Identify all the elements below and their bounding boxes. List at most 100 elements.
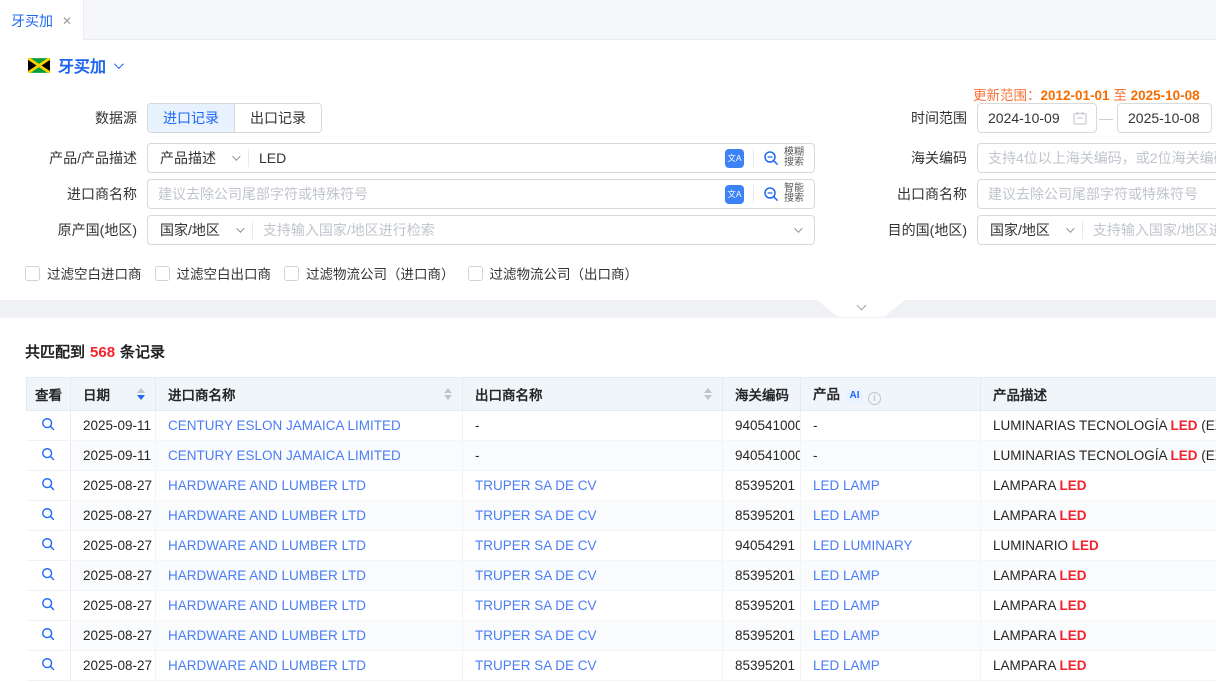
close-icon[interactable]: ✕ xyxy=(62,15,72,27)
hs-code-cell: 9405410000 xyxy=(723,411,801,441)
info-icon[interactable]: i xyxy=(868,392,881,405)
importer-cell: HARDWARE AND LUMBER LTD xyxy=(156,591,463,621)
importer-link[interactable]: HARDWARE AND LUMBER LTD xyxy=(168,658,366,673)
hs-code-cell: 9405410000 xyxy=(723,441,801,471)
checkbox[interactable] xyxy=(155,266,170,281)
filter-checkbox[interactable]: 过滤物流公司（出口商） xyxy=(468,263,639,283)
view-cell[interactable] xyxy=(27,471,71,501)
date-from-input[interactable] xyxy=(978,104,1073,132)
importer-link[interactable]: HARDWARE AND LUMBER LTD xyxy=(168,478,366,493)
importer-link[interactable]: HARDWARE AND LUMBER LTD xyxy=(168,628,366,643)
destination-country-input[interactable] xyxy=(1083,216,1216,244)
importer-cell: HARDWARE AND LUMBER LTD xyxy=(156,621,463,651)
sort-control-date[interactable] xyxy=(137,388,145,400)
exporter-cell: TRUPER SA DE CV xyxy=(463,531,723,561)
view-record-icon[interactable] xyxy=(41,657,56,672)
col-header-importer[interactable]: 进口商名称 xyxy=(156,378,463,411)
exporter-cell: - xyxy=(463,441,723,471)
importer-link[interactable]: HARDWARE AND LUMBER LTD xyxy=(168,538,366,553)
product-link[interactable]: LED LAMP xyxy=(813,568,880,583)
col-header-date[interactable]: 日期 xyxy=(71,378,156,411)
product-link[interactable]: LED LAMP xyxy=(813,478,880,493)
checkbox[interactable] xyxy=(468,266,483,281)
view-record-icon[interactable] xyxy=(41,507,56,522)
importer-cell: HARDWARE AND LUMBER LTD xyxy=(156,651,463,681)
view-record-icon[interactable] xyxy=(41,627,56,642)
date-cell: 2025-08-27 xyxy=(71,501,156,531)
exporter-link[interactable]: TRUPER SA DE CV xyxy=(475,508,597,523)
exporter-link[interactable]: TRUPER SA DE CV xyxy=(475,628,597,643)
exporter-link[interactable]: TRUPER SA DE CV xyxy=(475,568,597,583)
calendar-icon[interactable] xyxy=(1073,111,1087,125)
hs-code-input[interactable] xyxy=(978,144,1216,172)
filter-checkbox[interactable]: 过滤空白出口商 xyxy=(155,263,272,283)
view-record-icon[interactable] xyxy=(41,537,56,552)
product-input[interactable] xyxy=(249,144,721,172)
collapse-panel-button[interactable] xyxy=(817,300,905,317)
sort-control-importer[interactable] xyxy=(444,388,452,400)
exporter-link[interactable]: TRUPER SA DE CV xyxy=(475,478,597,493)
view-record-icon[interactable] xyxy=(41,447,56,462)
checkbox[interactable] xyxy=(25,266,40,281)
product-cell: LED LAMP xyxy=(801,591,981,621)
translate-icon[interactable]: 文A xyxy=(725,149,744,168)
product-link[interactable]: LED LAMP xyxy=(813,508,880,523)
exporter-cell: TRUPER SA DE CV xyxy=(463,501,723,531)
view-record-icon[interactable] xyxy=(41,567,56,582)
view-cell[interactable] xyxy=(27,531,71,561)
product-link[interactable]: LED LAMP xyxy=(813,658,880,673)
date-to-input[interactable] xyxy=(1118,104,1211,132)
sort-control-exporter[interactable] xyxy=(704,388,712,400)
exporter-link[interactable]: TRUPER SA DE CV xyxy=(475,598,597,613)
translate-icon[interactable]: 文A xyxy=(725,185,744,204)
hs-code-cell: 85395201 xyxy=(723,591,801,621)
importer-link[interactable]: HARDWARE AND LUMBER LTD xyxy=(168,508,366,523)
country-selector[interactable]: 牙买加 xyxy=(28,53,121,77)
view-cell[interactable] xyxy=(27,621,71,651)
import-records-toggle[interactable]: 进口记录 xyxy=(148,104,234,132)
importer-link[interactable]: CENTURY ESLON JAMAICA LIMITED xyxy=(168,448,401,463)
filter-checkbox[interactable]: 过滤物流公司（进口商） xyxy=(284,263,455,283)
exporter-link[interactable]: TRUPER SA DE CV xyxy=(475,658,597,673)
exporter-cell: TRUPER SA DE CV xyxy=(463,621,723,651)
product-field-select[interactable]: 产品描述 xyxy=(148,148,248,168)
checkbox[interactable] xyxy=(284,266,299,281)
product-link[interactable]: LED LAMP xyxy=(813,598,880,613)
jamaica-flag-icon xyxy=(28,58,50,73)
view-cell[interactable] xyxy=(27,651,71,681)
view-record-icon[interactable] xyxy=(41,477,56,492)
view-cell[interactable] xyxy=(27,501,71,531)
importer-link[interactable]: CENTURY ESLON JAMAICA LIMITED xyxy=(168,418,401,433)
importer-search-box: 文A 智能搜索 xyxy=(147,179,815,209)
col-header-exporter[interactable]: 出口商名称 xyxy=(463,378,723,411)
fuzzy-search-button[interactable]: 模糊搜索 xyxy=(754,148,814,169)
exporter-input[interactable] xyxy=(978,180,1216,208)
view-cell[interactable] xyxy=(27,441,71,471)
view-cell[interactable] xyxy=(27,561,71,591)
view-record-icon[interactable] xyxy=(41,417,56,432)
destination-country-select[interactable]: 国家/地区 xyxy=(978,220,1082,240)
table-row: 2025-08-27 HARDWARE AND LUMBER LTD TRUPER … xyxy=(27,501,1216,531)
filter-checkbox[interactable]: 过滤空白进口商 xyxy=(25,263,142,283)
view-cell[interactable] xyxy=(27,411,71,441)
filter-panel-bottom-strip xyxy=(0,300,1216,318)
col-header-description: 产品描述 xyxy=(981,378,1216,411)
view-cell[interactable] xyxy=(27,591,71,621)
importer-link[interactable]: HARDWARE AND LUMBER LTD xyxy=(168,568,366,583)
origin-country-input[interactable] xyxy=(253,216,794,244)
export-records-toggle[interactable]: 出口记录 xyxy=(235,104,321,132)
exporter-link[interactable]: TRUPER SA DE CV xyxy=(475,538,597,553)
product-link[interactable]: LED LAMP xyxy=(813,628,880,643)
date-cell: 2025-08-27 xyxy=(71,561,156,591)
importer-link[interactable]: HARDWARE AND LUMBER LTD xyxy=(168,598,366,613)
tab-jamaica[interactable]: 牙买加 ✕ xyxy=(0,0,84,41)
chevron-down-icon xyxy=(114,59,124,69)
table-header-row: 查看 日期 进口商名称 出口商名称 海关编码 产品AIi 产品描述 xyxy=(27,378,1216,411)
hs-code-cell: 85395201 xyxy=(723,621,801,651)
product-link[interactable]: LED LUMINARY xyxy=(813,538,913,553)
importer-input[interactable] xyxy=(148,180,721,208)
description-cell: LAMPARA LED xyxy=(981,561,1216,591)
smart-search-button[interactable]: 智能搜索 xyxy=(754,184,814,205)
origin-country-select[interactable]: 国家/地区 xyxy=(148,220,252,240)
view-record-icon[interactable] xyxy=(41,597,56,612)
